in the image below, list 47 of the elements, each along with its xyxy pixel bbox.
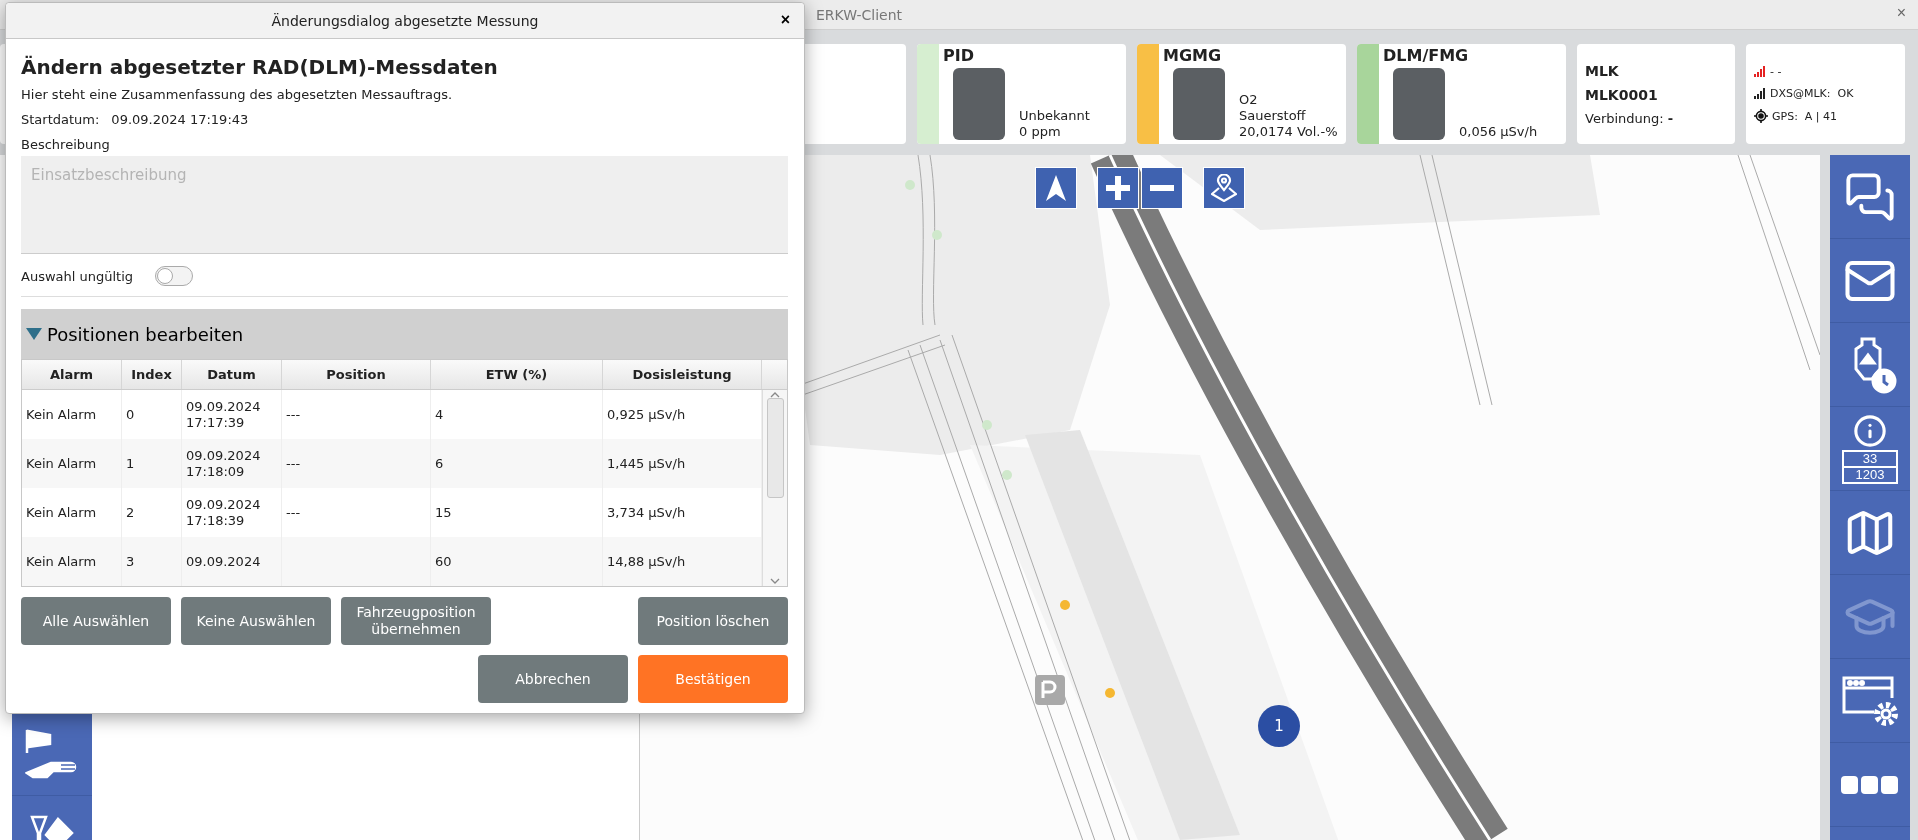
dialog-title: Änderungsdialog abgesetzte Messung: [271, 12, 539, 29]
action-button[interactable]: Keine Auswählen: [181, 597, 331, 645]
device-reading: 0 ppm: [1019, 124, 1062, 140]
status-text: - -: [1770, 65, 1782, 78]
device-title: MLK: [1585, 62, 1620, 79]
device-reading: O2: [1239, 92, 1259, 108]
close-button[interactable]: ×: [1892, 4, 1910, 22]
device-card[interactable]: MLK MLK0001 Verbindung: -: [1577, 44, 1735, 144]
table-cell: 3: [122, 537, 182, 586]
device-reading: 0,056 µSv/h: [1459, 124, 1538, 140]
cancel-button[interactable]: Abbrechen: [478, 655, 628, 703]
hazard-number: 1203: [1854, 467, 1886, 482]
table-cell: Kein Alarm: [22, 537, 122, 586]
status-text: GPS: A | 41: [1772, 109, 1838, 123]
connection-status: Verbindung: -: [1585, 110, 1674, 126]
device-card[interactable]: MGMG O2 Sauerstoff 20,0174 Vol.-%: [1137, 44, 1346, 144]
device-title: PID: [943, 46, 975, 65]
app-title: ERKW-Client: [815, 6, 903, 23]
column-header[interactable]: Index: [122, 360, 182, 389]
toggle-label: Auswahl ungültig: [21, 268, 134, 284]
device-title: MGMG: [1163, 46, 1223, 65]
column-header[interactable]: ETW (%): [431, 360, 603, 389]
delete-position-button[interactable]: Position löschen: [638, 597, 788, 645]
action-button[interactable]: Alle Auswählen: [21, 597, 171, 645]
column-header[interactable]: Alarm: [22, 360, 122, 389]
section-header[interactable]: Positionen bearbeiten: [21, 309, 788, 359]
column-header[interactable]: Position: [282, 360, 431, 389]
field-label: Startdatum:: [21, 112, 100, 127]
device-card[interactable]: PID Unbekannt 0 ppm: [917, 44, 1126, 144]
device-reading: 20,0174 Vol.-%: [1239, 124, 1338, 140]
summary-text: Hier steht eine Zusammenfassung des abgesetzten Messauftrags.: [21, 87, 453, 102]
table-cell: 60: [431, 537, 603, 586]
table-cell: 09.09.2024: [182, 537, 282, 586]
close-button[interactable]: ×: [776, 11, 794, 29]
device-title: DLM/FMG: [1383, 46, 1470, 65]
device-card[interactable]: DLM/FMG 0,056 µSv/h: [1357, 44, 1566, 144]
hazard-number: 33: [1844, 451, 1896, 468]
field-label: Beschreibung: [21, 137, 111, 152]
column-header[interactable]: Datum: [182, 360, 282, 389]
device-id: MLK0001: [1585, 86, 1659, 103]
device-reading: Sauerstoff: [1239, 108, 1307, 124]
dialog-heading: Ändern abgesetzter RAD(DLM)-Messdaten: [21, 55, 499, 79]
start-date: 09.09.2024 17:19:43: [111, 112, 249, 127]
device-reading: Unbekannt: [1019, 108, 1090, 124]
action-button[interactable]: Fahrzeugposition übernehmen: [341, 597, 491, 645]
status-text: DXS@MLK: OK: [1770, 87, 1854, 100]
description-field[interactable]: Einsatzbeschreibung: [21, 156, 788, 254]
